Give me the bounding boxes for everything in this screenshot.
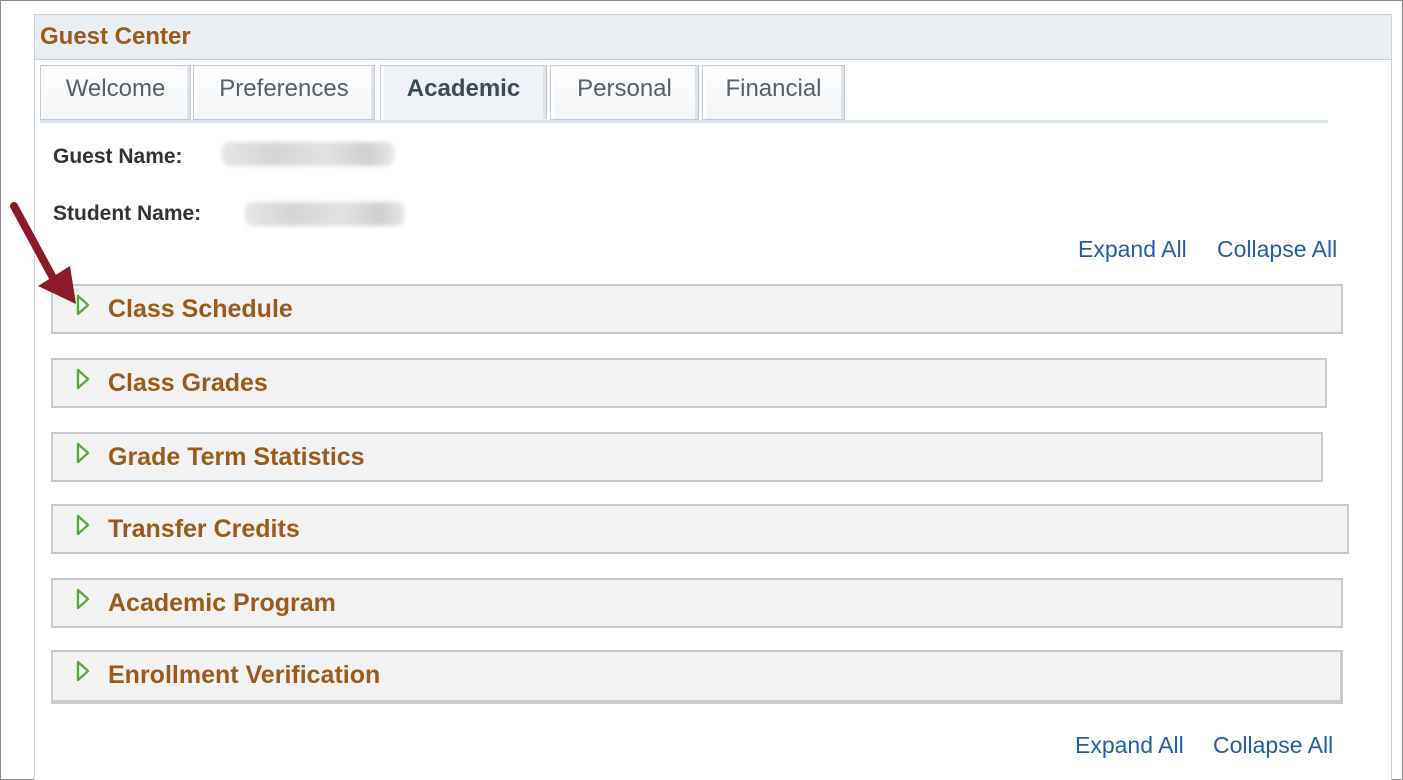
section-label: Enrollment Verification <box>108 661 381 689</box>
tab-preferences[interactable]: Preferences <box>193 65 375 120</box>
tab-label: Academic <box>406 75 521 102</box>
red-arrow-icon <box>10 202 76 304</box>
tab-personal[interactable]: Personal <box>550 65 699 120</box>
section-label: Transfer Credits <box>108 515 300 543</box>
tab-label: Preferences <box>219 75 349 102</box>
tab-label: Personal <box>577 75 672 102</box>
collapse-all-link-bottom[interactable]: Collapse All <box>1213 732 1333 759</box>
section-label: Grade Term Statistics <box>108 443 365 471</box>
section-label: Class Grades <box>108 369 268 397</box>
expand-all-link-bottom[interactable]: Expand All <box>1075 732 1184 759</box>
chevron-right-icon <box>76 368 90 390</box>
section-academic-program[interactable]: Academic Program <box>51 578 1343 628</box>
chevron-right-icon <box>76 660 90 682</box>
section-grade-term-statistics[interactable]: Grade Term Statistics <box>51 432 1323 482</box>
chevron-right-icon <box>76 588 90 610</box>
guest-name-value-redacted <box>222 142 394 166</box>
guest-center-panel: Guest Center Welcome Preferences Academi… <box>34 14 1392 780</box>
section-label: Class Schedule <box>108 295 293 323</box>
tab-label: Financial <box>725 75 822 102</box>
panel-header: Guest Center <box>35 14 1391 60</box>
chevron-right-icon <box>76 514 90 536</box>
collapse-all-link-top[interactable]: Collapse All <box>1217 236 1337 263</box>
section-label: Academic Program <box>108 589 336 617</box>
expand-all-link-top[interactable]: Expand All <box>1078 236 1187 263</box>
section-transfer-credits[interactable]: Transfer Credits <box>51 504 1349 554</box>
tab-academic[interactable]: Academic <box>380 65 547 120</box>
tab-underline <box>40 120 1328 123</box>
section-class-grades[interactable]: Class Grades <box>51 358 1327 408</box>
tab-financial[interactable]: Financial <box>702 65 845 120</box>
chevron-right-icon <box>76 442 90 464</box>
section-enrollment-verification[interactable]: Enrollment Verification <box>51 650 1343 704</box>
student-name-value-redacted <box>245 202 405 226</box>
section-class-schedule[interactable]: Class Schedule <box>51 284 1343 334</box>
